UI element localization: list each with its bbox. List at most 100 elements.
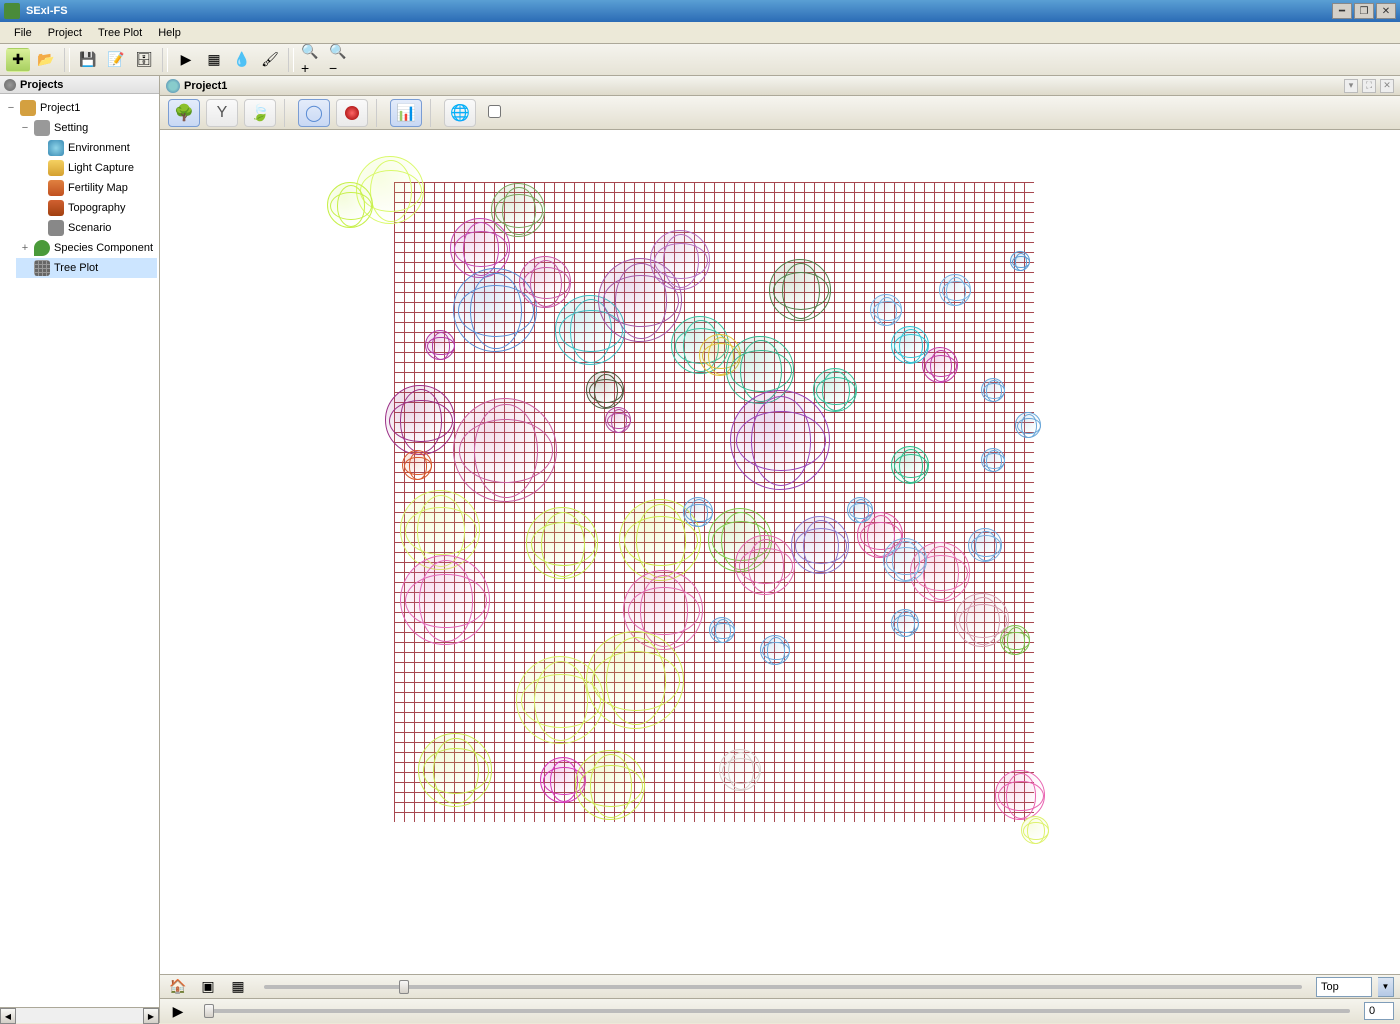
tree-node-lightcapture[interactable]: Light Capture <box>30 158 157 178</box>
tree-node-scenario[interactable]: Scenario <box>30 218 157 238</box>
save-all-button[interactable]: 🗄 <box>132 48 156 72</box>
tree-label: Species Component <box>54 242 153 254</box>
globe-button[interactable]: 🌐 <box>444 99 476 127</box>
maximize-doc-button[interactable]: ⛶ <box>1362 79 1376 93</box>
map-icon <box>48 180 64 196</box>
timeline-slider[interactable] <box>204 1009 1350 1013</box>
menu-treeplot[interactable]: Tree Plot <box>90 25 150 41</box>
play-button[interactable]: ▶ <box>166 999 190 1023</box>
close-button[interactable]: ✕ <box>1376 3 1396 19</box>
layers-button[interactable]: ▦ <box>226 975 250 999</box>
scenario-icon <box>48 220 64 236</box>
view-toolbar: 🌳 Y 🍃 ◯ 📊 🌐 <box>160 96 1400 130</box>
grid-icon <box>34 260 50 276</box>
minimize-doc-button[interactable]: ▾ <box>1344 79 1358 93</box>
new-project-button[interactable]: ✚ <box>6 48 30 72</box>
document-title: Project1 <box>184 80 227 92</box>
minimize-button[interactable]: ━ <box>1332 3 1352 19</box>
tree-node-treeplot[interactable]: Tree Plot <box>16 258 157 278</box>
water-button[interactable]: 💧 <box>230 48 254 72</box>
main-toolbar: ✚ 📂 💾 📝 🗄 ▶ ▦ 💧 🖌 🔍+ 🔍− <box>0 44 1400 76</box>
close-doc-button[interactable]: ✕ <box>1380 79 1394 93</box>
toolbar-separator <box>430 99 436 127</box>
frame-value: 0 <box>1369 1005 1375 1017</box>
tree-label: Tree Plot <box>54 262 98 274</box>
tree-label: Scenario <box>68 222 111 234</box>
scroll-right-button[interactable]: ▶ <box>143 1008 159 1024</box>
tree-node-species[interactable]: + Species Component <box>16 238 157 258</box>
menu-project[interactable]: Project <box>40 25 90 41</box>
sphere-tool-button[interactable] <box>336 99 368 127</box>
expand-icon[interactable]: + <box>20 242 30 254</box>
timeline-bar: ▶ 0 <box>160 999 1400 1023</box>
panel-title: Projects <box>20 79 63 91</box>
leaf-view-button[interactable]: 🍃 <box>244 99 276 127</box>
app-icon <box>4 3 20 19</box>
tree-node-project[interactable]: − Project1 <box>2 98 157 118</box>
toolbar-separator <box>64 48 70 72</box>
tree-label: Setting <box>54 122 88 134</box>
toolbar-separator <box>288 48 294 72</box>
wrench-icon <box>34 120 50 136</box>
light-paint-button[interactable]: 🖌 <box>258 48 282 72</box>
toggle-checkbox[interactable] <box>488 105 501 118</box>
globe-icon <box>48 140 64 156</box>
zoom-out-button[interactable]: 🔍− <box>328 48 352 72</box>
open-project-button[interactable]: 📂 <box>34 48 58 72</box>
tree-node-fertilitymap[interactable]: Fertility Map <box>30 178 157 198</box>
gear-icon <box>4 79 16 91</box>
grid-run-button[interactable]: ▦ <box>202 48 226 72</box>
tree-node-setting[interactable]: − Setting <box>16 118 157 138</box>
panel-header: Projects <box>0 76 159 94</box>
combo-value: Top <box>1321 981 1339 993</box>
circle-tool-button[interactable]: ◯ <box>298 99 330 127</box>
view-orientation-combo[interactable]: Top <box>1316 977 1372 997</box>
document-area: Project1 ▾ ⛶ ✕ 🌳 Y 🍃 ◯ 📊 🌐 🏠 ▣ ▦ <box>160 76 1400 1023</box>
toolbar-separator <box>162 48 168 72</box>
toolbar-separator <box>376 99 382 127</box>
water-drop-icon <box>166 79 180 93</box>
leaf-icon <box>34 240 50 256</box>
menu-help[interactable]: Help <box>150 25 189 41</box>
content-area: Projects − Project1 − Setting Environmen… <box>0 76 1400 1023</box>
trunk-view-button[interactable]: Y <box>206 99 238 127</box>
scroll-left-button[interactable]: ◀ <box>0 1008 16 1024</box>
projects-panel: Projects − Project1 − Setting Environmen… <box>0 76 160 1023</box>
red-sphere-icon <box>345 106 359 120</box>
frame-number-field[interactable]: 0 <box>1364 1002 1394 1020</box>
save-button[interactable]: 💾 <box>76 48 100 72</box>
collapse-icon[interactable]: − <box>6 102 16 114</box>
tree-node-topography[interactable]: Topography <box>30 198 157 218</box>
chart-button[interactable]: 📊 <box>390 99 422 127</box>
terrain-icon <box>48 200 64 216</box>
document-tab[interactable]: Project1 <box>166 79 227 93</box>
tree-label: Environment <box>68 142 130 154</box>
3d-viewport[interactable] <box>160 130 1400 975</box>
tree-node-environment[interactable]: Environment <box>30 138 157 158</box>
tree-label: Topography <box>68 202 126 214</box>
project-tree[interactable]: − Project1 − Setting Environment Light C… <box>0 94 159 1007</box>
tree-label: Fertility Map <box>68 182 128 194</box>
menu-file[interactable]: File <box>6 25 40 41</box>
home-view-button[interactable]: 🏠 <box>166 975 190 999</box>
menu-bar: File Project Tree Plot Help <box>0 22 1400 44</box>
dropdown-arrow-icon[interactable]: ▼ <box>1378 977 1394 997</box>
run-button[interactable]: ▶ <box>174 48 198 72</box>
slider-thumb[interactable] <box>399 980 409 994</box>
restore-button[interactable]: ❐ <box>1354 3 1374 19</box>
slider-thumb[interactable] <box>204 1004 214 1018</box>
window-titlebar: SExI-FS ━ ❐ ✕ <box>0 0 1400 22</box>
scroll-track[interactable] <box>16 1008 143 1023</box>
tree-label: Project1 <box>40 102 80 114</box>
fit-view-button[interactable]: ▣ <box>196 975 220 999</box>
collapse-icon[interactable]: − <box>20 122 30 134</box>
window-title: SExI-FS <box>26 5 1332 17</box>
toolbar-separator <box>284 99 290 127</box>
zoom-slider[interactable] <box>264 985 1302 989</box>
zoom-in-button[interactable]: 🔍+ <box>300 48 324 72</box>
tree-crown <box>327 182 373 228</box>
save-edit-button[interactable]: 📝 <box>104 48 128 72</box>
light-icon <box>48 160 64 176</box>
horizontal-scrollbar[interactable]: ◀ ▶ <box>0 1007 159 1023</box>
tree-view-button[interactable]: 🌳 <box>168 99 200 127</box>
